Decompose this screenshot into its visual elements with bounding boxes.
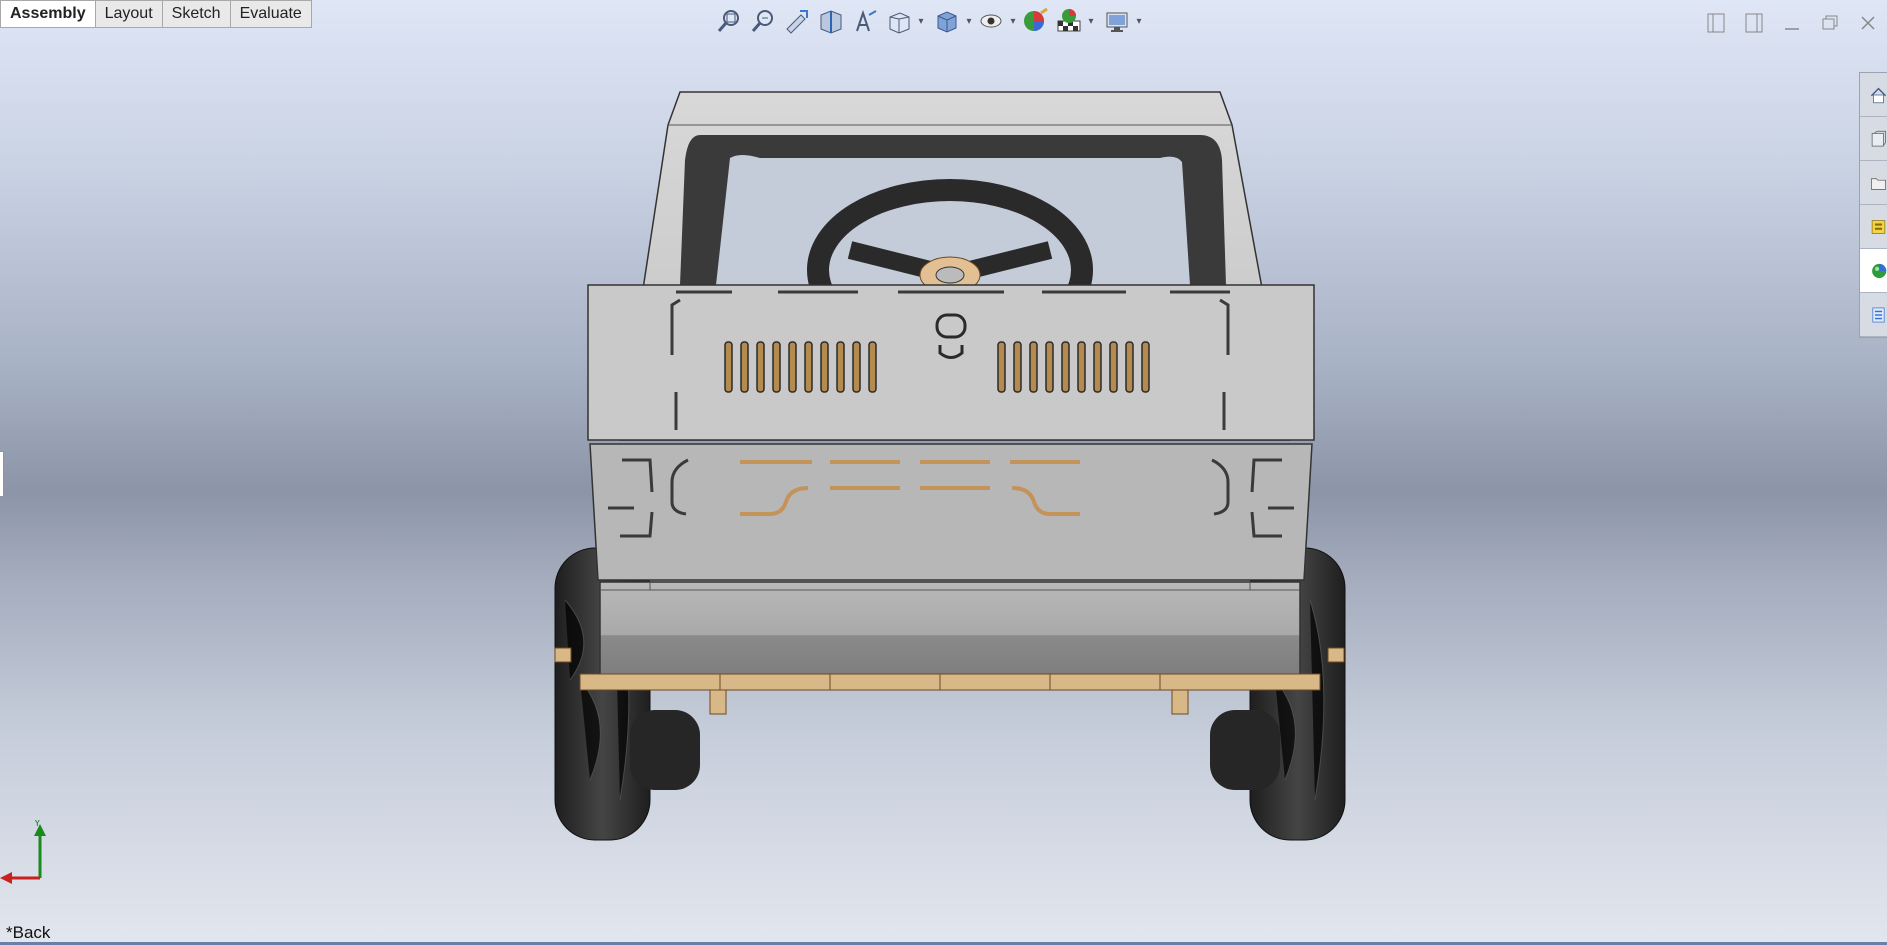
restore-icon[interactable] [1811, 8, 1849, 38]
feature-manager-flyout-tab[interactable] [0, 451, 4, 497]
vent-slot [724, 341, 733, 393]
coordinate-triad: Y [0, 820, 46, 884]
upper-rear-panel [587, 284, 1315, 441]
tab-layout[interactable]: Layout [95, 0, 163, 28]
view-settings-icon[interactable] [1100, 4, 1134, 38]
vent-slot [1077, 341, 1086, 393]
apply-scene-dropdown-icon[interactable]: ▾ [1086, 4, 1096, 38]
dynamic-annotation-views-icon[interactable] [848, 4, 882, 38]
solidworks-resources-icon[interactable] [1860, 73, 1887, 117]
hide-show-dropdown-icon[interactable]: ▾ [1008, 4, 1018, 38]
view-palette-icon[interactable] [1860, 205, 1887, 249]
minimize-icon[interactable] [1773, 8, 1811, 38]
tab-evaluate[interactable]: Evaluate [230, 0, 312, 28]
vent-slot [997, 341, 1006, 393]
zoom-to-area-icon[interactable] [746, 4, 780, 38]
appearances-scenes-icon[interactable] [1860, 249, 1887, 293]
vent-slot [1093, 341, 1102, 393]
close-icon[interactable] [1849, 8, 1887, 38]
section-view-icon[interactable] [814, 4, 848, 38]
view-orientation-label: *Back [6, 923, 51, 942]
tile-left-icon[interactable] [1697, 8, 1735, 38]
vent-slot [1029, 341, 1038, 393]
triad-y-label: Y [34, 820, 41, 829]
tab-sketch[interactable]: Sketch [162, 0, 231, 28]
display-style-icon[interactable] [930, 4, 964, 38]
vent-slot [1125, 341, 1134, 393]
vent-slot [820, 341, 829, 393]
vent-slot [1109, 341, 1118, 393]
vent-slot [868, 341, 877, 393]
assembly-model-viewport[interactable] [520, 80, 1380, 860]
window-controls [1697, 8, 1887, 38]
view-settings-dropdown-icon[interactable]: ▾ [1134, 4, 1144, 38]
previous-view-icon[interactable] [780, 4, 814, 38]
vent-slot [852, 341, 861, 393]
heads-up-view-toolbar: ▾ ▾ ▾ ▾ ▾ [712, 4, 1144, 38]
zoom-to-fit-icon[interactable] [712, 4, 746, 38]
view-orientation-icon[interactable] [882, 4, 916, 38]
vent-slot [788, 341, 797, 393]
tile-right-icon[interactable] [1735, 8, 1773, 38]
file-explorer-icon[interactable] [1860, 161, 1887, 205]
edit-appearance-icon[interactable] [1018, 4, 1052, 38]
hide-show-items-icon[interactable] [974, 4, 1008, 38]
vent-slot [836, 341, 845, 393]
apply-scene-icon[interactable] [1052, 4, 1086, 38]
tab-assembly[interactable]: Assembly [0, 0, 96, 28]
vent-slot [1061, 341, 1070, 393]
vent-slot [1013, 341, 1022, 393]
view-orientation-dropdown-icon[interactable]: ▾ [916, 4, 926, 38]
display-style-dropdown-icon[interactable]: ▾ [964, 4, 974, 38]
rear-bumper [599, 581, 1301, 679]
custom-properties-icon[interactable] [1860, 293, 1887, 337]
vent-slot [772, 341, 781, 393]
vent-slot [756, 341, 765, 393]
vent-slot [740, 341, 749, 393]
vent-slot [1045, 341, 1054, 393]
front-tires [630, 710, 1280, 790]
design-library-icon[interactable] [1860, 117, 1887, 161]
command-manager-tabs: Assembly Layout Sketch Evaluate [0, 0, 312, 28]
vent-slot [1141, 341, 1150, 393]
lower-rear-panel [589, 443, 1313, 581]
task-pane-tabs [1859, 72, 1887, 338]
vent-slot [804, 341, 813, 393]
